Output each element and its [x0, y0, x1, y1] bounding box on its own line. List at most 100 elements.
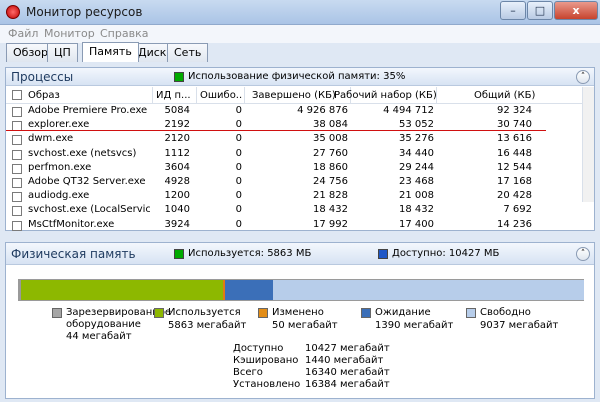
close-button[interactable]: x [554, 1, 598, 20]
table-cell: svchost.exe (netsvcs) [28, 147, 137, 159]
minimize-button[interactable]: – [500, 1, 526, 20]
table-cell: 20 428 [497, 190, 532, 202]
maximize-button[interactable]: □ [527, 1, 553, 20]
stat-value: 1440 мегабайт [305, 355, 384, 366]
stat-label: Установлено [233, 379, 301, 390]
table-cell: 2192 [164, 119, 190, 131]
legend-label: Ожидание [375, 307, 431, 318]
column-separator [196, 87, 197, 103]
legend-label: Изменено [272, 307, 324, 318]
table-cell: 17 400 [399, 218, 434, 230]
legend-value: 50 мегабайт [272, 320, 338, 331]
table-row[interactable]: svchost.exe (LocalServiceNet... 1040 0 18 4… [6, 204, 594, 218]
memory-usage-bar [18, 279, 584, 301]
table-row[interactable]: audiodg.exe 1200 0 21 828 21 008 20 428 [6, 190, 594, 204]
table-cell: 12 544 [497, 161, 532, 173]
table-cell: 23 468 [399, 175, 434, 187]
table-cell: 17 168 [497, 175, 532, 187]
tab-network[interactable]: Сеть [167, 43, 209, 62]
row-checkbox[interactable] [12, 149, 22, 160]
table-cell: 53 052 [399, 119, 434, 131]
stat-value: 16384 мегабайт [305, 379, 390, 390]
table-cell: 18 432 [399, 204, 434, 216]
menu-help[interactable]: Справка [100, 27, 148, 40]
table-cell: 1112 [164, 147, 190, 159]
column-separator [152, 87, 153, 103]
window-title: Монитор ресурсов [26, 5, 143, 19]
row-checkbox[interactable] [12, 135, 22, 146]
collapse-processes-button[interactable]: ˄ [576, 70, 590, 84]
legend-swatch [361, 308, 371, 318]
legend-swatch [466, 308, 476, 318]
table-row[interactable]: explorer.exe 2192 0 38 084 53 052 30 740 [6, 119, 594, 133]
row-checkbox[interactable] [12, 206, 22, 217]
legend-value: 5863 мегабайт [168, 320, 247, 331]
table-cell: audiodg.exe [28, 190, 90, 202]
table-cell: 17 992 [313, 218, 348, 230]
stat-label: Кэшировано [233, 355, 299, 366]
processes-title: Процессы [11, 70, 74, 84]
highlight-underline [6, 130, 546, 131]
processes-table-header: Образ ИД п... Ошибо... Завершено (КБ) Ра… [6, 87, 594, 104]
menu-monitor[interactable]: Монитор [44, 27, 95, 40]
table-cell: 24 756 [313, 175, 348, 187]
used-legend-swatch [174, 249, 184, 259]
table-cell: 34 440 [399, 147, 434, 159]
title-bar[interactable]: Монитор ресурсов – □ x [0, 0, 600, 25]
resource-monitor-window: Монитор ресурсов – □ x Файл Монитор Спра… [0, 0, 600, 402]
legend-swatch [52, 308, 62, 318]
select-all-checkbox[interactable] [12, 90, 22, 100]
tab-cpu[interactable]: ЦП [47, 43, 78, 62]
stat-label: Всего [233, 367, 263, 378]
table-cell: 0 [235, 133, 242, 145]
memory-usage-legend-swatch [174, 72, 184, 82]
column-image[interactable]: Образ [28, 90, 148, 101]
table-cell: 0 [235, 175, 242, 187]
table-cell: MsCtfMonitor.exe [28, 218, 115, 230]
used-legend: Используется: 5863 МБ [188, 248, 312, 259]
table-row[interactable]: MsCtfMonitor.exe 3924 0 17 992 17 400 14 236 [6, 219, 594, 233]
table-cell: 16 448 [497, 147, 532, 159]
table-row[interactable]: svchost.exe (netsvcs) 1112 0 27 760 34 440 16… [6, 148, 594, 162]
table-row[interactable]: Adobe Premiere Pro.exe 5084 0 4 926 876 4 49… [6, 105, 594, 119]
table-cell: 92 324 [497, 105, 532, 116]
table-row[interactable]: dwm.exe 2120 0 35 008 35 276 13 616 [6, 133, 594, 147]
physical-memory-panel: Физическая память Используется: 5863 МБ … [5, 242, 595, 399]
table-cell: 3604 [164, 161, 190, 173]
column-shareable[interactable]: Общий (КБ) [474, 90, 536, 101]
row-checkbox[interactable] [12, 220, 22, 231]
table-cell: 0 [235, 204, 242, 216]
processes-scrollbar[interactable] [582, 87, 594, 202]
table-cell: perfmon.exe [28, 161, 92, 173]
tab-memory[interactable]: Память [82, 42, 139, 62]
table-cell: 0 [235, 147, 242, 159]
resource-monitor-icon [6, 5, 20, 19]
physical-memory-title: Физическая память [11, 247, 136, 261]
row-checkbox[interactable] [12, 163, 22, 174]
legend-swatch [258, 308, 268, 318]
column-faults[interactable]: Ошибо... [200, 90, 242, 101]
row-checkbox[interactable] [12, 192, 22, 203]
table-cell: svchost.exe (LocalServiceNet... [28, 204, 150, 216]
row-checkbox[interactable] [12, 107, 22, 117]
table-cell: 21 828 [313, 190, 348, 202]
stat-value: 16340 мегабайт [305, 367, 390, 378]
table-row[interactable]: Adobe QT32 Server.exe 4928 0 24 756 23 468 17… [6, 176, 594, 190]
table-row[interactable]: perfmon.exe 3604 0 18 860 29 244 12 544 [6, 162, 594, 176]
processes-header[interactable]: Процессы Использование физической памяти… [6, 68, 594, 86]
table-cell: 7 692 [503, 204, 532, 216]
row-checkbox[interactable] [12, 177, 22, 188]
memory-usage-legend: Использование физической памяти: 35% [188, 71, 406, 82]
menu-file[interactable]: Файл [8, 27, 38, 40]
physical-memory-header[interactable]: Физическая память Используется: 5863 МБ … [6, 243, 594, 265]
table-cell: 0 [235, 105, 242, 116]
table-cell: 0 [235, 190, 242, 202]
collapse-physical-button[interactable]: ˄ [576, 247, 590, 261]
column-working-set[interactable]: Рабочий набор (КБ) [334, 90, 438, 101]
table-cell: 30 740 [497, 119, 532, 131]
table-cell: 0 [235, 161, 242, 173]
table-cell: 29 244 [399, 161, 434, 173]
table-cell: 3924 [164, 218, 190, 230]
table-cell: 4 494 712 [383, 105, 434, 116]
column-pid[interactable]: ИД п... [156, 90, 196, 101]
